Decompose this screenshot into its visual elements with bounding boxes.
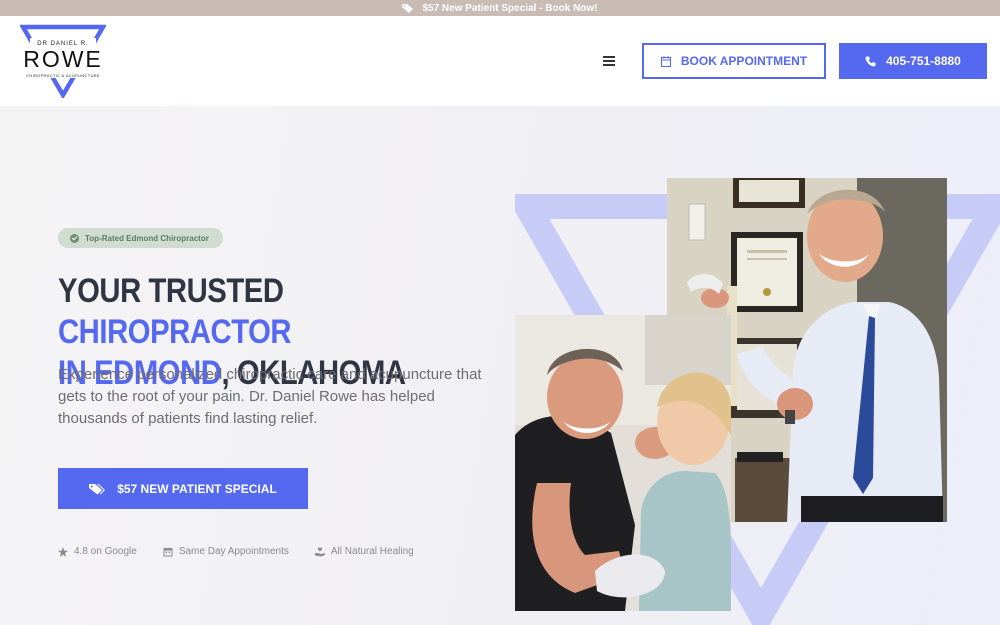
calendar-icon xyxy=(660,55,671,67)
book-appointment-button[interactable]: BOOK APPOINTMENT xyxy=(642,43,826,79)
promo-bar[interactable]: $57 New Patient Special - Book Now! xyxy=(0,0,1000,16)
feature-list: 4.8 on Google Same Day Appointments All … xyxy=(58,546,414,557)
hamburger-icon[interactable] xyxy=(603,56,615,66)
phone-label: 405-751-8880 xyxy=(886,54,961,68)
feature-label: 4.8 on Google xyxy=(74,546,137,557)
cta-label: $57 NEW PATIENT SPECIAL xyxy=(117,481,277,496)
logo-line-3: CHIROPRACTIC & ACUPUNCTURE xyxy=(26,73,100,78)
hero-subtext: Experience personalized chiropractic car… xyxy=(58,366,482,427)
star-icon xyxy=(58,546,68,557)
logo-line-2: ROWE xyxy=(23,46,103,72)
phone-button[interactable]: 405-751-8880 xyxy=(839,43,987,79)
child-patient-photo xyxy=(515,315,731,611)
feature-item: 4.8 on Google xyxy=(58,546,137,557)
phone-icon xyxy=(865,56,876,66)
promo-text: $57 New Patient Special - Book Now! xyxy=(422,2,598,14)
top-rated-badge: Top-Rated Edmond Chiropractor xyxy=(58,228,223,248)
site-header: DR DANIEL R. ROWE CHIROPRACTIC & ACUPUNC… xyxy=(0,16,1000,106)
badge-label: Top-Rated Edmond Chiropractor xyxy=(85,233,209,243)
calendar-icon xyxy=(163,547,173,556)
logo[interactable]: DR DANIEL R. ROWE CHIROPRACTIC & ACUPUNC… xyxy=(20,24,106,98)
check-circle-icon xyxy=(70,233,79,243)
new-patient-special-button[interactable]: $57 NEW PATIENT SPECIAL xyxy=(58,468,308,509)
hero-section: Top-Rated Edmond Chiropractor YOUR TRUST… xyxy=(0,106,1000,625)
hand-heart-icon xyxy=(314,547,325,556)
headline-accent-1: CHIROPRACTOR xyxy=(58,313,292,351)
book-appointment-label: BOOK APPOINTMENT xyxy=(680,54,808,68)
feature-item: All Natural Healing xyxy=(314,546,414,557)
tags-icon xyxy=(89,483,106,494)
feature-item: Same Day Appointments xyxy=(163,546,289,557)
headline-part-1: YOUR TRUSTED xyxy=(58,272,284,310)
feature-label: Same Day Appointments xyxy=(178,546,289,557)
feature-label: All Natural Healing xyxy=(330,546,414,557)
tag-icon xyxy=(402,4,414,13)
